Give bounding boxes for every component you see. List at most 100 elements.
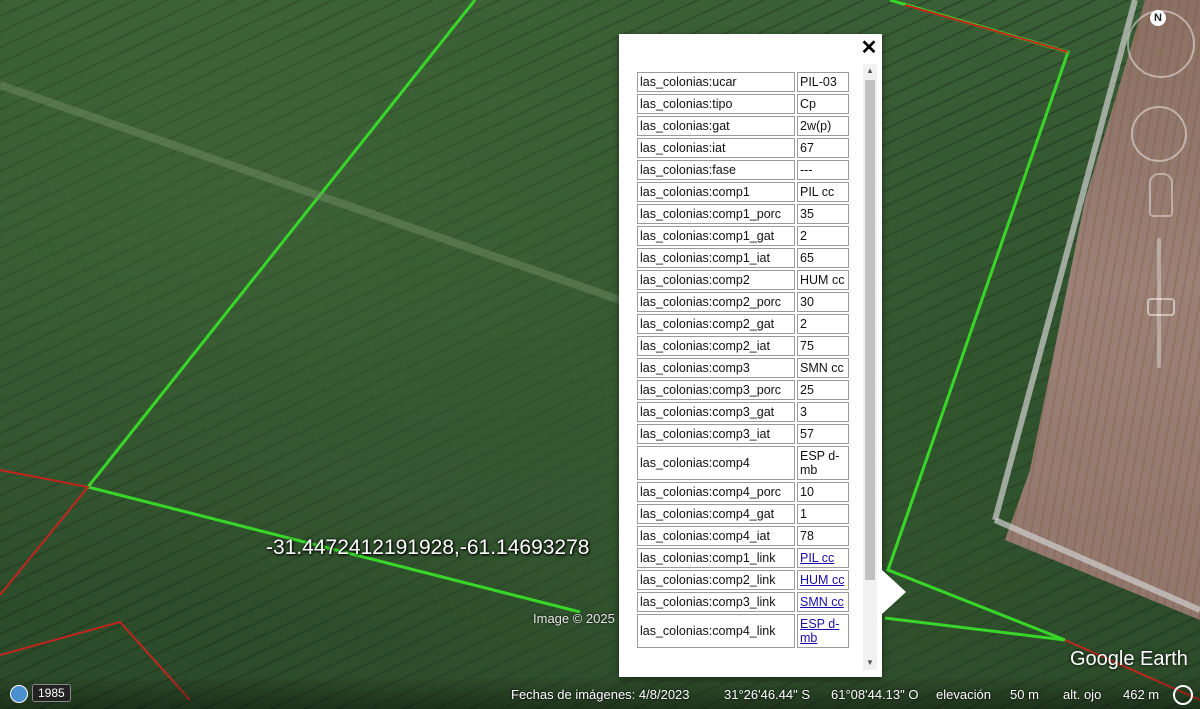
attribute-value: 3 <box>797 402 849 422</box>
scroll-down-icon[interactable]: ▼ <box>863 656 877 670</box>
zoom-slider-knob[interactable] <box>1147 298 1175 316</box>
table-row: las_colonias:comp3 SMN cc <box>637 358 849 378</box>
attribute-key: las_colonias:gat <box>637 116 795 136</box>
attribute-key: las_colonias:comp4_iat <box>637 526 795 546</box>
table-row: las_colonias:comp4_porc 10 <box>637 482 849 502</box>
attribute-key: las_colonias:iat <box>637 138 795 158</box>
attribute-value: 78 <box>797 526 849 546</box>
attribute-key: las_colonias:comp4_porc <box>637 482 795 502</box>
navigation-controls[interactable]: N <box>1125 8 1200 388</box>
table-row: las_colonias:comp1 PIL cc <box>637 182 849 202</box>
latitude-readout: 31°26'46.44" S <box>724 687 811 702</box>
table-row: las_colonias:comp2_iat 75 <box>637 336 849 356</box>
attribute-value: Cp <box>797 94 849 114</box>
attribute-table-container: las_colonias:ucar PIL-03 las_colonias:tipo… <box>635 70 853 670</box>
table-row: las_colonias:comp2_porc 30 <box>637 292 849 312</box>
table-row: las_colonias:comp1_porc 35 <box>637 204 849 224</box>
table-row: las_colonias:comp1_iat 65 <box>637 248 849 268</box>
attribute-key: las_colonias:comp1_iat <box>637 248 795 268</box>
attribute-value: PIL cc <box>797 548 849 568</box>
attribute-key: las_colonias:comp2 <box>637 270 795 290</box>
attribute-key: las_colonias:tipo <box>637 94 795 114</box>
eye-altitude-value: 462 m <box>1123 687 1160 702</box>
attribute-value: 1 <box>797 504 849 524</box>
coordinate-label: -31.4472412191928,-61.14693278 <box>266 536 590 559</box>
attribute-value: 75 <box>797 336 849 356</box>
attribute-key: las_colonias:comp2_link <box>637 570 795 590</box>
attribute-link[interactable]: PIL cc <box>800 551 834 565</box>
attribute-value: --- <box>797 160 849 180</box>
dirt-road <box>992 0 1138 521</box>
attribute-table: las_colonias:ucar PIL-03 las_colonias:tipo… <box>635 70 851 650</box>
attribute-value: 2w(p) <box>797 116 849 136</box>
attribute-key: las_colonias:comp1_gat <box>637 226 795 246</box>
table-row: las_colonias:comp4_iat 78 <box>637 526 849 546</box>
attribute-value: 35 <box>797 204 849 224</box>
table-row: las_colonias:comp3_gat 3 <box>637 402 849 422</box>
table-row: las_colonias:comp2_link HUM cc <box>637 570 849 590</box>
feature-info-balloon: ✕ las_colonias:ucar PIL-03 las_colonias:ti… <box>619 34 882 677</box>
north-icon[interactable]: N <box>1150 10 1166 26</box>
elevation-value: 50 m <box>1010 687 1039 702</box>
attribute-key: las_colonias:comp3_iat <box>637 424 795 444</box>
attribute-value: 25 <box>797 380 849 400</box>
attribute-key: las_colonias:comp2_porc <box>637 292 795 312</box>
attribute-key: las_colonias:comp1 <box>637 182 795 202</box>
elevation-label: elevación <box>936 687 991 702</box>
table-row: las_colonias:gat 2w(p) <box>637 116 849 136</box>
imagery-year[interactable]: 1985 <box>32 684 71 702</box>
attribute-link[interactable]: ESP d-mb <box>800 617 839 645</box>
table-row: las_colonias:comp1_gat 2 <box>637 226 849 246</box>
attribute-key: las_colonias:comp3_gat <box>637 402 795 422</box>
parcel-boundary-red-top <box>904 4 1069 53</box>
attribute-value: ESP d-mb <box>797 446 849 480</box>
attribute-key: las_colonias:comp2_gat <box>637 314 795 334</box>
attribute-value: 57 <box>797 424 849 444</box>
table-row: las_colonias:comp4_gat 1 <box>637 504 849 524</box>
table-row: las_colonias:comp1_link PIL cc <box>637 548 849 568</box>
field-track <box>0 81 622 304</box>
parcel-boundary-red-left <box>0 469 90 596</box>
historical-imagery-icon[interactable] <box>10 685 28 703</box>
attribute-value: PIL-03 <box>797 72 849 92</box>
attribute-link[interactable]: HUM cc <box>800 573 844 587</box>
table-row: las_colonias:iat 67 <box>637 138 849 158</box>
attribute-link[interactable]: SMN cc <box>800 595 844 609</box>
look-joystick[interactable] <box>1131 106 1187 162</box>
attribute-value: 67 <box>797 138 849 158</box>
parcel-boundary-green-right <box>886 0 1070 642</box>
attribute-value: 30 <box>797 292 849 312</box>
scroll-up-icon[interactable]: ▲ <box>863 64 877 78</box>
attribute-value: 10 <box>797 482 849 502</box>
attribute-key: las_colonias:comp4_gat <box>637 504 795 524</box>
image-credit: Image © 2025 <box>533 611 615 626</box>
close-button[interactable]: ✕ <box>859 38 879 58</box>
table-row: las_colonias:comp3_link SMN cc <box>637 592 849 612</box>
table-row: las_colonias:comp2_gat 2 <box>637 314 849 334</box>
table-row: las_colonias:ucar PIL-03 <box>637 72 849 92</box>
pegman-icon[interactable] <box>1149 173 1173 217</box>
balloon-pointer <box>882 570 906 614</box>
attribute-key: las_colonias:comp3_link <box>637 592 795 612</box>
attribute-value: 65 <box>797 248 849 268</box>
scroll-thumb[interactable] <box>865 80 875 580</box>
streaming-status-icon <box>1173 685 1193 705</box>
attribute-key: las_colonias:comp1_link <box>637 548 795 568</box>
imagery-date: Fechas de imágenes: 4/8/2023 <box>511 687 690 702</box>
parcel-boundary-overlay <box>0 0 1200 701</box>
attribute-value: HUM cc <box>797 570 849 590</box>
attribute-value: PIL cc <box>797 182 849 202</box>
table-row: las_colonias:tipo Cp <box>637 94 849 114</box>
parcel-boundary-green <box>85 0 581 614</box>
attribute-value: ESP d-mb <box>797 614 849 648</box>
attribute-value: HUM cc <box>797 270 849 290</box>
table-row: las_colonias:comp3_iat 57 <box>637 424 849 444</box>
table-row: las_colonias:comp4 ESP d-mb <box>637 446 849 480</box>
attribute-key: las_colonias:ucar <box>637 72 795 92</box>
attribute-key: las_colonias:comp4 <box>637 446 795 480</box>
eye-altitude-label: alt. ojo <box>1063 687 1102 702</box>
table-row: las_colonias:comp2 HUM cc <box>637 270 849 290</box>
popup-scrollbar[interactable]: ▲ ▼ <box>863 64 877 670</box>
status-bar: 1985 Fechas de imágenes: 4/8/2023 31°26'… <box>0 679 1200 709</box>
longitude-readout: 61°08'44.13" O <box>831 687 919 702</box>
